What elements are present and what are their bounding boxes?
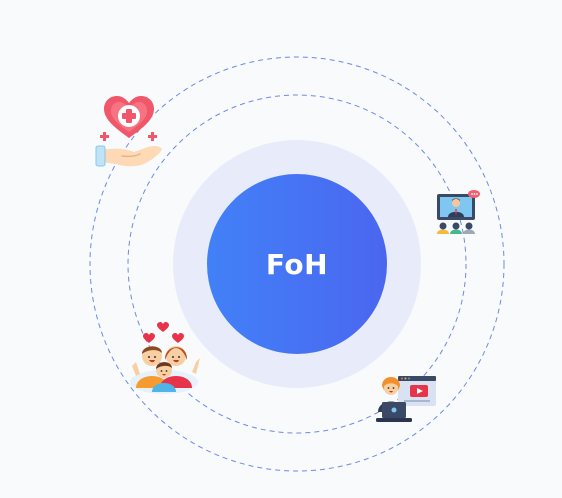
center-label: FoH [265, 247, 329, 281]
foh-diagram: FoH [0, 0, 562, 498]
healthcare-hand-heart-icon [92, 92, 166, 170]
online-meeting-presenter-icon [434, 188, 482, 238]
happy-family-hearts-icon [124, 322, 204, 394]
video-content-creator-icon [374, 368, 440, 426]
center-node: FoH [207, 174, 387, 354]
